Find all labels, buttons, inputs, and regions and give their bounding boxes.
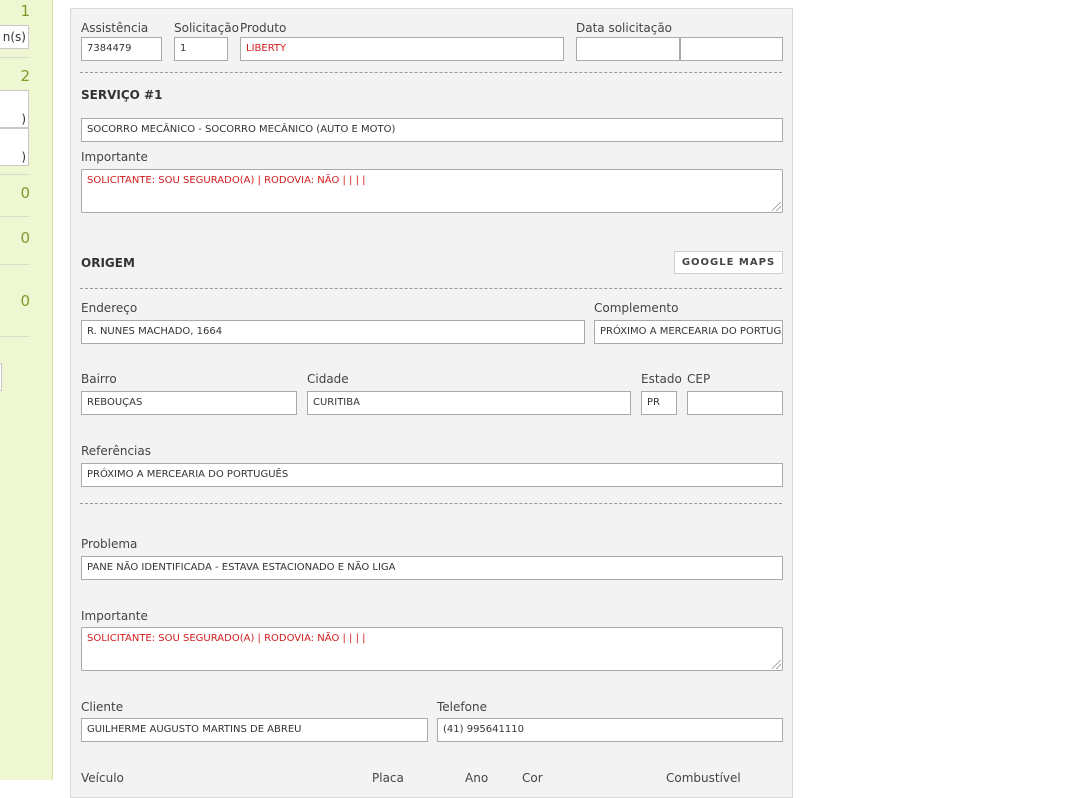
cliente-label: Cliente (81, 700, 124, 714)
cliente-field[interactable]: GUILHERME AUGUSTO MARTINS DE ABREU (81, 718, 428, 742)
endereco-label: Endereço (81, 301, 138, 315)
servico-importante-textarea[interactable]: SOLICITANTE: SOU SEGURADO(A) | RODOVIA: … (81, 169, 783, 213)
servico-importante-text: SOLICITANTE: SOU SEGURADO(A) | RODOVIA: … (87, 175, 366, 186)
servico-field[interactable]: SOCORRO MECÂNICO - SOCORRO MECÂNICO (AUT… (81, 118, 783, 142)
cidade-label: Cidade (307, 372, 349, 386)
problema-importante-label: Importante (81, 609, 148, 623)
referencias-field[interactable]: PRÓXIMO A MERCEARIA DO PORTUGUÊS (81, 463, 783, 487)
resize-handle-icon[interactable] (772, 660, 781, 669)
section-divider (80, 503, 782, 504)
side-divider (0, 216, 29, 217)
assistencia-label: Assistência (81, 21, 149, 35)
placa-label: Placa (372, 771, 404, 785)
problema-label: Problema (81, 537, 138, 551)
telefone-label: Telefone (437, 700, 487, 714)
section-divider (80, 288, 782, 289)
side-field-1[interactable]: n(s) (0, 25, 29, 49)
problema-field[interactable]: PANE NÃO IDENTIFICADA - ESTAVA ESTACIONA… (81, 556, 783, 580)
count-2: 2 (20, 67, 30, 85)
section-divider (80, 72, 782, 73)
complemento-label: Complemento (594, 301, 679, 315)
count-5: 0 (20, 292, 30, 310)
side-field-3[interactable]: ) (0, 128, 29, 166)
side-field-2[interactable]: ) (0, 90, 29, 128)
telefone-field[interactable]: (41) 995641110 (437, 718, 783, 742)
referencias-label: Referências (81, 444, 151, 458)
side-divider (0, 264, 29, 265)
side-divider (0, 174, 29, 175)
problema-importante-text: SOLICITANTE: SOU SEGURADO(A) | RODOVIA: … (87, 633, 366, 644)
produto-field[interactable]: LIBERTY (240, 37, 564, 61)
data-solicitacao-date-field[interactable] (576, 37, 680, 61)
origem-heading: ORIGEM (81, 256, 135, 270)
bairro-label: Bairro (81, 372, 117, 386)
problema-importante-textarea[interactable]: SOLICITANTE: SOU SEGURADO(A) | RODOVIA: … (81, 627, 783, 671)
cor-label: Cor (522, 771, 543, 785)
count-4: 0 (20, 229, 30, 247)
produto-label: Produto (240, 21, 287, 35)
data-solicitacao-time-field[interactable] (680, 37, 783, 61)
count-1: 1 (20, 2, 30, 20)
veiculo-label: Veículo (81, 771, 124, 785)
side-divider (0, 336, 29, 337)
assistencia-field[interactable]: 7384479 (81, 37, 162, 61)
servico-importante-label: Importante (81, 150, 148, 164)
endereco-field[interactable]: R. NUNES MACHADO, 1664 (81, 320, 585, 344)
side-field-4[interactable] (0, 363, 2, 391)
estado-field[interactable]: PR (641, 391, 677, 415)
cidade-field[interactable]: CURITIBA (307, 391, 631, 415)
solicitacao-label: Solicitação (174, 21, 239, 35)
cep-label: CEP (687, 372, 711, 386)
solicitacao-field[interactable]: 1 (174, 37, 228, 61)
data-solicitacao-label: Data solicitação (576, 21, 673, 35)
resize-handle-icon[interactable] (772, 202, 781, 211)
servico-heading: SERVIÇO #1 (81, 88, 163, 102)
count-3: 0 (20, 184, 30, 202)
estado-label: Estado (641, 372, 682, 386)
combustivel-label: Combustível (666, 771, 741, 785)
google-maps-button[interactable]: GOOGLE MAPS (674, 251, 783, 274)
cep-field[interactable] (687, 391, 783, 415)
complemento-field[interactable]: PRÓXIMO A MERCEARIA DO PORTUGUÊS (594, 320, 783, 344)
ano-label: Ano (465, 771, 489, 785)
bairro-field[interactable]: REBOUÇAS (81, 391, 297, 415)
side-divider (0, 57, 29, 58)
side-panel: 1 n(s) 2 ) ) 0 0 0 (0, 0, 53, 780)
